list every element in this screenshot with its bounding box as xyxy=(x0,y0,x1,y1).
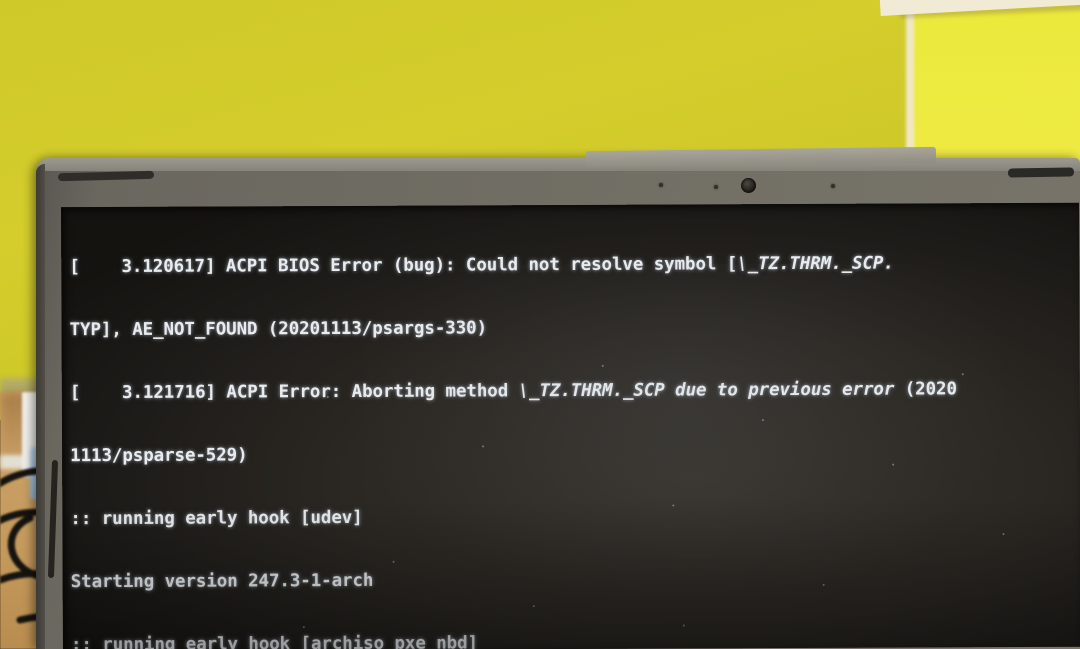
console-line-3-tail: \_TZ.THRM._SCP due to previous error xyxy=(518,379,895,402)
console-line-3-text: [ 3.121716] ACPI Error: Aborting method xyxy=(69,381,519,404)
laptop: [ 3.120617] ACPI BIOS Error (bug): Could… xyxy=(36,146,1080,649)
photo-scene: [ 3.120617] ACPI BIOS Error (bug): Could… xyxy=(0,0,1080,649)
console-line-1-tail2: . xyxy=(883,253,894,274)
sensor-dot-3 xyxy=(831,184,835,188)
console-line-3: [ 3.121716] ACPI Error: Aborting method … xyxy=(70,378,1080,404)
console-line-1: [ 3.120617] ACPI BIOS Error (bug): Could… xyxy=(69,252,1080,278)
console-line-2: TYP], AE_NOT_FOUND (20201113/psargs-330) xyxy=(70,315,1080,341)
console-line-6: Starting version 247.3-1-arch xyxy=(71,567,1080,593)
sensor-dot-1 xyxy=(659,183,663,187)
console-line-7-text: :: running early hook [archiso_pxe_nbd] xyxy=(70,633,478,649)
right-vent-slot xyxy=(1007,167,1075,178)
console-line-5-text: :: running early hook [udev] xyxy=(70,507,363,530)
sensor-dot-2 xyxy=(714,185,718,189)
console-line-3-tail2: (2020 xyxy=(894,379,957,400)
console-line-1-text: [ 3.120617] ACPI BIOS Error (bug): Could… xyxy=(69,254,738,278)
boot-console-output: [ 3.120617] ACPI BIOS Error (bug): Could… xyxy=(69,210,1080,649)
laptop-screen: [ 3.120617] ACPI BIOS Error (bug): Could… xyxy=(61,202,1080,649)
console-line-4-text: 1113/psparse-529) xyxy=(70,445,248,467)
console-line-2-text: TYP], AE_NOT_FOUND (20201113/psargs-330) xyxy=(69,318,488,341)
console-line-6-text: Starting version 247.3-1-arch xyxy=(70,570,374,593)
console-line-1-tail: \_TZ.THRM._SCP xyxy=(737,253,884,275)
bezel-left-edge xyxy=(36,164,45,649)
console-line-5: :: running early hook [udev] xyxy=(70,504,1080,530)
console-line-7: :: running early hook [archiso_pxe_nbd] xyxy=(71,630,1080,649)
webcam-icon xyxy=(741,178,756,193)
console-line-4: 1113/psparse-529) xyxy=(70,441,1080,467)
